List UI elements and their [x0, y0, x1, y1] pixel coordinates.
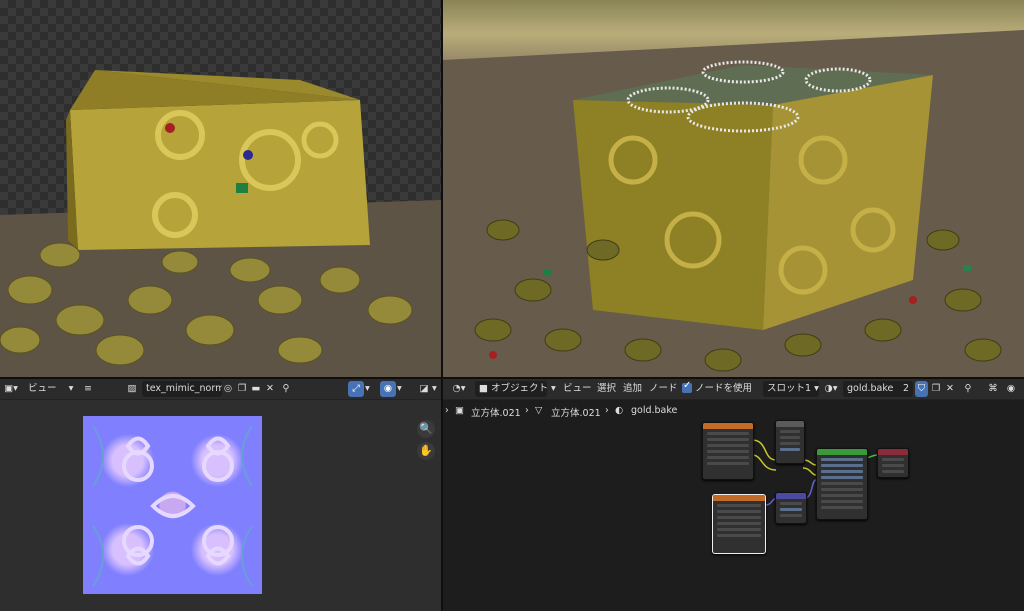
- close-icon[interactable]: ✕: [264, 381, 276, 397]
- material-browse-icon[interactable]: ◑▾: [821, 381, 841, 397]
- object-type-dropdown[interactable]: ■ オブジェクト ▾: [475, 381, 556, 397]
- normal-map-pattern: [92, 425, 253, 587]
- view-icon[interactable]: ▾: [64, 381, 78, 397]
- menu-view[interactable]: ビュー: [563, 381, 592, 397]
- display-channel-dropdown-icon[interactable]: ▾: [432, 381, 441, 397]
- editor-type-icon[interactable]: ▣▾: [2, 381, 20, 397]
- node-material-output[interactable]: [877, 448, 909, 478]
- uv-sync-icon[interactable]: ⤢: [348, 381, 364, 397]
- menu-select[interactable]: 選択: [597, 381, 616, 397]
- zoom-icon[interactable]: 🔍: [417, 420, 435, 438]
- viewport-right-render[interactable]: [443, 0, 1024, 377]
- node-principled-bsdf[interactable]: [816, 448, 868, 520]
- image-name-field[interactable]: tex_mimic_normal: [142, 381, 222, 397]
- overlay-icon[interactable]: ◉: [380, 381, 396, 397]
- normal-map-image: [83, 416, 262, 594]
- use-nodes-label: ノードを使用: [695, 383, 753, 394]
- viewport-left-render[interactable]: [0, 0, 441, 377]
- node-image-texture-1[interactable]: [702, 422, 754, 480]
- use-nodes-checkbox[interactable]: [682, 380, 692, 393]
- node-mix-rgb[interactable]: [775, 420, 805, 464]
- fake-user-shield-icon[interactable]: ⛉: [915, 381, 928, 397]
- treasure-chest-render-right: [443, 30, 1024, 377]
- menu-add[interactable]: 追加: [623, 381, 642, 397]
- duplicate-material-icon[interactable]: ❐: [930, 381, 942, 397]
- image-browse-icon[interactable]: ▨: [124, 381, 140, 397]
- material-name-field[interactable]: gold.bake: [843, 381, 903, 397]
- open-folder-icon[interactable]: ▬: [250, 381, 262, 397]
- display-channel-icon[interactable]: ◪: [416, 381, 432, 397]
- unlink-material-icon[interactable]: ✕: [944, 381, 956, 397]
- slot-dropdown[interactable]: スロット1 ▾: [763, 381, 819, 397]
- image-editor-header: ▣▾ ビュー ▾ ≡ ▨ tex_mimic_normal ◎ ❐ ▬ ✕ ⚲ …: [0, 379, 441, 400]
- pin-icon[interactable]: ⚲: [962, 381, 974, 397]
- hamburger-icon[interactable]: ≡: [82, 381, 94, 397]
- view-menu[interactable]: ビュー: [24, 381, 61, 397]
- slot-label: スロット1: [767, 383, 812, 394]
- editor-type-icon-nodes[interactable]: ◔▾: [449, 381, 469, 397]
- treasure-chest-render-left: [0, 70, 441, 377]
- object-cube-icon: ■: [479, 383, 491, 394]
- fake-user-icon[interactable]: ◎: [222, 381, 234, 397]
- user-count[interactable]: 2: [899, 381, 913, 397]
- object-mode-label: オブジェクト: [491, 383, 549, 394]
- snap-icon[interactable]: ⌘: [985, 381, 1001, 397]
- overlay-dropdown-icon[interactable]: ▾: [397, 381, 407, 397]
- pin-icon[interactable]: ⚲: [280, 381, 292, 397]
- overlay-icon-nodes[interactable]: ◉: [1003, 381, 1019, 397]
- menu-node[interactable]: ノード: [649, 381, 678, 397]
- duplicate-icon[interactable]: ❐: [236, 381, 248, 397]
- node-image-texture-normal[interactable]: [712, 494, 766, 554]
- hand-pan-icon[interactable]: ✋: [417, 442, 435, 460]
- uv-sync-dropdown-icon[interactable]: ▾: [365, 381, 375, 397]
- node-normal-map[interactable]: [775, 492, 807, 524]
- node-editor-header: ◔▾ ■ オブジェクト ▾ ビュー 選択 追加 ノード ノードを使用 スロット1…: [443, 379, 1024, 400]
